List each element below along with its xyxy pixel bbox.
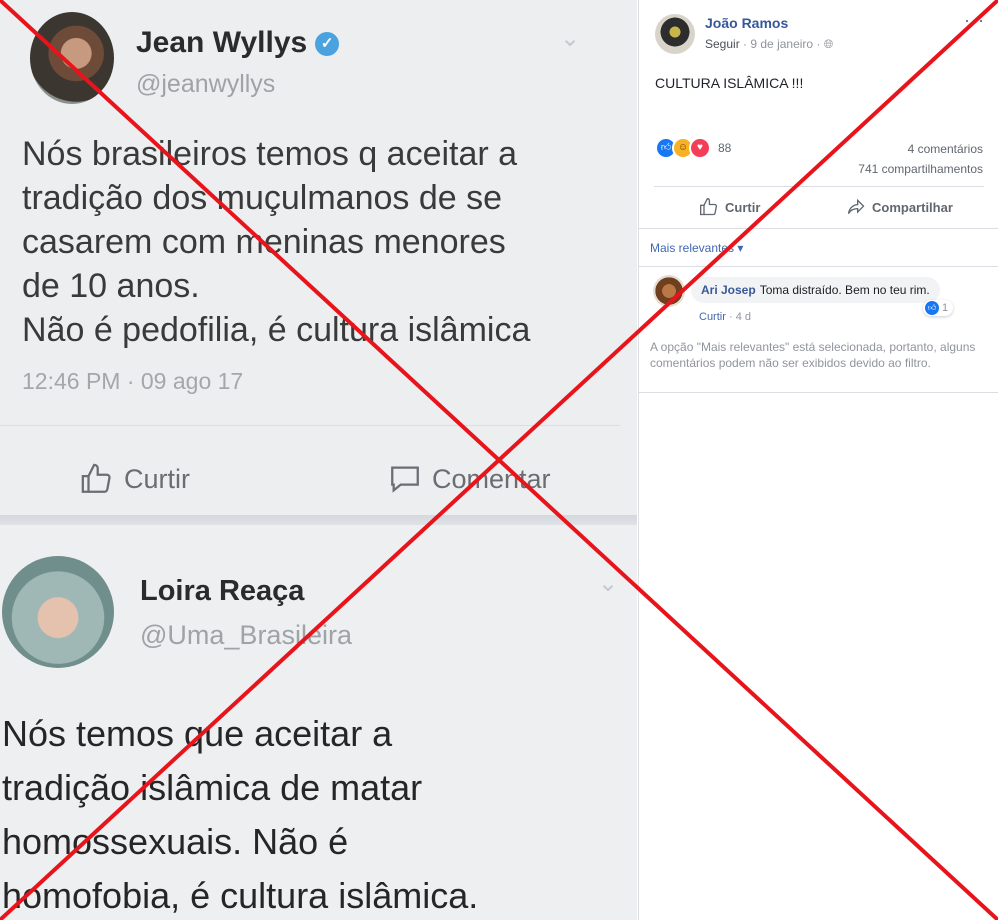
thumbs-up-icon: [700, 197, 718, 216]
meta-separator: ·: [816, 37, 824, 51]
engagement-counts: 4 comentários 741 compartilhamentos: [858, 139, 983, 179]
reaction-count: 88: [718, 141, 732, 155]
share-icon: [847, 198, 865, 214]
post-text: CULTURA ISLÂMICA !!!: [655, 75, 804, 91]
like-label: Curtir: [124, 463, 190, 494]
tweet-jean: Jean Wyllys ✓ @jeanwyllys ⌄ Nós brasileir…: [0, 0, 637, 515]
commenter-name[interactable]: Ari Josep: [701, 283, 756, 297]
share-button[interactable]: Compartilhar: [846, 197, 953, 217]
tweet-handle: @Uma_Brasileira: [140, 620, 352, 650]
post-date[interactable]: 9 de janeiro: [750, 37, 813, 51]
author-name[interactable]: João Ramos: [705, 15, 788, 31]
author-avatar[interactable]: [655, 14, 695, 54]
commenter-avatar[interactable]: [653, 275, 685, 307]
meta-separator: ·: [728, 311, 736, 323]
comment-text: Toma distraído. Bem no teu rim.: [759, 283, 930, 297]
comments-count[interactable]: 4 comentários: [858, 139, 983, 159]
thumbs-up-icon: [81, 463, 111, 493]
post-panel: João Ramos Seguir · 9 de janeiro · 🌐︎ ··…: [638, 0, 998, 920]
tweet-text: Nós temos que aceitar a tradição islâmic…: [2, 713, 479, 916]
post-meta: Seguir · 9 de janeiro · 🌐︎: [705, 37, 833, 52]
tweet-loira: Loira Reaça @Uma_Brasileira ⌄ Nós temos …: [0, 525, 637, 920]
verified-icon: ✓: [315, 32, 340, 57]
tweet-like-action: Curtir: [80, 462, 190, 496]
comment-like-count: 1: [942, 302, 949, 314]
divider: [639, 266, 998, 267]
comment-reactions[interactable]: 👍︎ 1: [923, 300, 954, 316]
comment-filter-dropdown[interactable]: Mais relevantes ▾: [650, 241, 743, 255]
divider: [0, 425, 620, 426]
tweet-time: 12:46 PM · 09 ago 17: [22, 368, 244, 394]
comment-bubble: Ari Josep Toma distraído. Bem no teu rim.: [691, 277, 940, 303]
post-photo[interactable]: Jean Wyllys ✓ @jeanwyllys ⌄ Nós brasileir…: [0, 0, 637, 920]
caret-down-icon: ▾: [737, 241, 744, 255]
divider: [654, 186, 984, 187]
comment-age[interactable]: 4 d: [736, 311, 751, 323]
comment-like-link[interactable]: Curtir: [699, 311, 726, 323]
avatar: [30, 12, 114, 104]
avatar: [2, 556, 114, 668]
tweet-author-name: Loira Reaça: [140, 575, 305, 607]
globe-icon: 🌐︎: [823, 37, 834, 51]
shares-count[interactable]: 741 compartilhamentos: [858, 159, 983, 179]
tweet-comment-action: Comentar: [388, 462, 551, 496]
divider: [639, 228, 998, 229]
tweet-handle: @jeanwyllys: [136, 70, 276, 98]
like-button[interactable]: Curtir: [699, 197, 760, 217]
tweet-text: Nós brasileiros temos q aceitar a tradiç…: [22, 135, 531, 349]
chevron-down-icon: ⌄: [560, 25, 581, 52]
chevron-down-icon: ⌄: [598, 570, 619, 597]
tweet-author: Jean Wyllys ✓: [136, 26, 340, 60]
share-button-label: Compartilhar: [872, 199, 953, 215]
comment-icon: [391, 466, 419, 493]
comment-label: Comentar: [432, 463, 551, 494]
thumbs-up-icon: 👍︎: [925, 301, 939, 315]
tweet-separator: [0, 515, 637, 525]
reactions-summary[interactable]: 👍︎ ☺︎ ♥︎ 88: [655, 137, 731, 159]
comment-actions: Curtir · 4 d: [699, 311, 751, 323]
like-button-label: Curtir: [725, 199, 761, 215]
filter-label: Mais relevantes: [650, 241, 735, 255]
love-reaction-icon: ♥︎: [689, 137, 711, 159]
more-icon[interactable]: ···: [964, 10, 985, 31]
follow-link[interactable]: Seguir: [705, 37, 740, 51]
divider: [639, 392, 998, 393]
filter-notice: A opção "Mais relevantes" está seleciona…: [650, 340, 976, 370]
tweet-author-name: Jean Wyllys: [136, 26, 308, 59]
